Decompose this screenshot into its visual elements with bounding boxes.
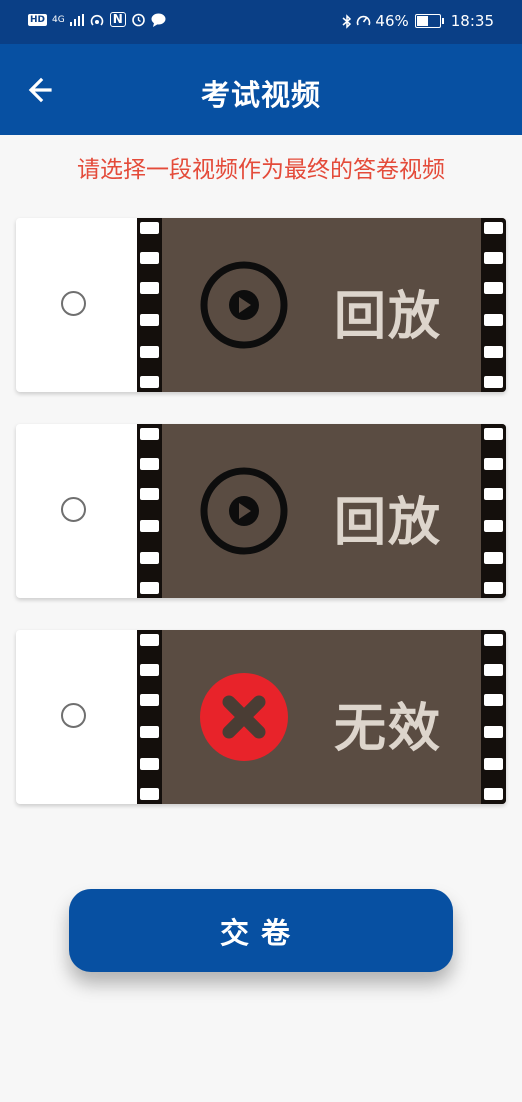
message-icon [151,13,166,27]
film-sprocket-hole [484,552,503,564]
hd-icon: HD [28,13,48,26]
bluetooth-icon [342,13,352,29]
instruction-text: 请选择一段视频作为最终的答卷视频 [77,157,445,183]
data-speed-icon [357,15,371,26]
video-thumbnail[interactable]: 回放 [137,424,506,598]
film-sprocket-hole [484,222,503,234]
film-sprocket-hole [140,346,159,358]
film-strip-left [137,630,162,804]
film-sprocket-hole [484,788,503,800]
film-sprocket-hole [140,282,159,294]
video-thumbnail[interactable]: 回放 [137,218,506,392]
film-sprocket-hole [484,428,503,440]
film-strip-left [137,424,162,598]
submit-button[interactable]: 交卷 [69,889,453,972]
film-sprocket-hole [484,376,503,388]
status-right-icons: 46% 18:35 [342,12,494,30]
film-sprocket-hole [140,552,159,564]
nfc-icon: N [109,12,126,27]
film-sprocket-hole [484,252,503,264]
video-label: 无效 [334,698,443,759]
film-strip-right [481,630,506,804]
film-sprocket-hole [484,726,503,738]
film-sprocket-hole [484,488,503,500]
film-sprocket-hole [140,222,159,234]
status-left-icons: HD 4G N [28,12,166,27]
video-thumbnail[interactable]: 无效 [137,630,506,804]
film-sprocket-hole [484,582,503,594]
film-sprocket-hole [140,788,159,800]
film-sprocket-hole [140,520,159,532]
radio-button[interactable] [61,291,86,316]
clock: 18:35 [450,12,494,30]
radio-button[interactable] [61,703,86,728]
video-option-3[interactable]: 无效 [16,630,506,804]
battery-percent: 46% [375,12,409,30]
signal-icon [69,13,84,26]
film-sprocket-hole [484,458,503,470]
film-strip-right [481,218,506,392]
film-sprocket-hole [484,282,503,294]
alarm-icon [131,13,145,27]
play-icon [200,467,288,555]
film-sprocket-hole [484,694,503,706]
film-sprocket-hole [484,664,503,676]
film-sprocket-hole [140,458,159,470]
film-sprocket-hole [484,634,503,646]
film-strip-right [481,424,506,598]
film-sprocket-hole [140,664,159,676]
film-sprocket-hole [140,488,159,500]
status-bar: HD 4G N 46% 18:35 [0,0,522,44]
film-sprocket-hole [140,726,159,738]
hotspot-icon [90,14,103,26]
film-sprocket-hole [140,252,159,264]
film-sprocket-hole [484,520,503,532]
film-sprocket-hole [140,314,159,326]
film-sprocket-hole [484,346,503,358]
radio-button[interactable] [61,497,86,522]
film-sprocket-hole [140,758,159,770]
film-strip-left [137,218,162,392]
film-sprocket-hole [140,694,159,706]
invalid-x-icon [200,673,288,761]
battery-icon [414,14,444,28]
film-sprocket-hole [484,314,503,326]
video-label: 回放 [334,492,443,553]
film-sprocket-hole [140,582,159,594]
page-title: 考试视频 [200,78,321,112]
play-icon [200,261,288,349]
video-label: 回放 [334,286,443,347]
app-bar: 考试视频 [0,44,522,135]
film-sprocket-hole [140,634,159,646]
film-sprocket-hole [484,758,503,770]
video-option-1[interactable]: 回放 [16,218,506,392]
film-sprocket-hole [140,376,159,388]
network-type-label: 4G [52,14,65,25]
film-sprocket-hole [140,428,159,440]
video-option-2[interactable]: 回放 [16,424,506,598]
